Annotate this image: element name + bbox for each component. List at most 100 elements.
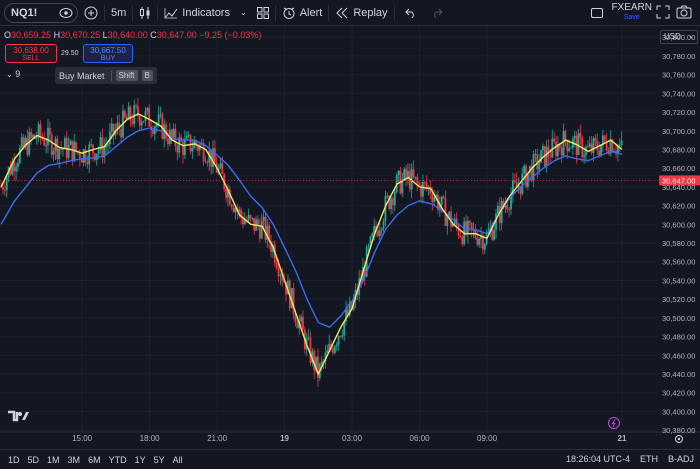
axis-settings-icon bbox=[675, 435, 683, 443]
high-value: 30,670.25 bbox=[60, 30, 101, 40]
time-tick-label: 21 bbox=[618, 434, 627, 443]
candle-body bbox=[232, 207, 235, 213]
spread-value: 29.50 bbox=[61, 50, 79, 57]
timeframe-6m[interactable]: 6M bbox=[88, 455, 101, 465]
candle-body bbox=[382, 221, 385, 229]
sell-price: 30,638.00 bbox=[13, 46, 49, 55]
timeframe-all[interactable]: All bbox=[173, 455, 183, 465]
candle-body bbox=[412, 169, 415, 178]
sell-button[interactable]: 30,638.00 SELL bbox=[5, 44, 57, 63]
candle-body bbox=[13, 161, 16, 172]
candle-body bbox=[80, 159, 83, 163]
price-tick-label: 30,520.00 bbox=[662, 295, 695, 304]
time-tick-label: 09:00 bbox=[477, 434, 498, 443]
session-toggle[interactable]: ETH bbox=[640, 454, 658, 464]
candle-body bbox=[478, 239, 481, 245]
candle-body bbox=[127, 106, 130, 120]
candle-body bbox=[307, 337, 310, 339]
candle-body bbox=[302, 316, 304, 330]
candle-body bbox=[326, 350, 329, 353]
timeframe-1m[interactable]: 1M bbox=[47, 455, 60, 465]
price-tick-label: 30,700.00 bbox=[662, 127, 695, 136]
candle-body bbox=[174, 128, 177, 147]
candle-body bbox=[476, 237, 479, 245]
adjustment-toggle[interactable]: B-ADJ bbox=[668, 454, 694, 464]
candle-body bbox=[62, 148, 64, 150]
candle-body bbox=[202, 143, 205, 162]
shortcut-key-shift: Shift bbox=[115, 70, 138, 81]
candle-body bbox=[142, 120, 145, 123]
indicators-collapse-toggle[interactable]: ⌄ 9 bbox=[6, 69, 20, 79]
candle-body bbox=[204, 161, 207, 163]
candle-body bbox=[110, 123, 113, 132]
candle-body bbox=[603, 135, 606, 141]
candle-body bbox=[189, 134, 192, 152]
current-price-line: 30,647.00 bbox=[0, 175, 700, 186]
price-tick-label: 30,760.00 bbox=[662, 71, 695, 80]
clock-timezone[interactable]: 18:26:04 UTC-4 bbox=[566, 454, 630, 464]
candle-body bbox=[393, 192, 396, 205]
candle-body bbox=[332, 348, 334, 353]
candle-body bbox=[367, 246, 370, 248]
candle-body bbox=[67, 144, 70, 158]
timeframe-1y[interactable]: 1Y bbox=[135, 455, 146, 465]
price-tick-label: 30,560.00 bbox=[662, 258, 695, 267]
timeframe-3m[interactable]: 3M bbox=[68, 455, 81, 465]
candle-body bbox=[403, 168, 406, 179]
candle-body bbox=[461, 236, 464, 245]
candle-body bbox=[206, 162, 209, 164]
candle-body bbox=[467, 220, 469, 235]
candle-body bbox=[279, 275, 282, 276]
chevron-down-icon: ⌄ bbox=[6, 70, 13, 79]
ema-fast-line bbox=[0, 113, 623, 376]
open-key: O bbox=[4, 30, 12, 40]
price-tick-label: 30,660.00 bbox=[662, 164, 695, 173]
candle-body bbox=[506, 205, 509, 210]
candle-body bbox=[523, 165, 526, 174]
price-axis: 30,800.0030,780.0030,760.0030,740.0030,7… bbox=[662, 33, 695, 435]
price-tick-label: 30,600.00 bbox=[662, 220, 695, 229]
candle-body bbox=[335, 344, 338, 347]
ema-slow-line bbox=[0, 127, 623, 329]
candle-body bbox=[170, 129, 173, 138]
candle-body bbox=[566, 141, 569, 152]
candle-body bbox=[63, 138, 66, 149]
candle-body bbox=[176, 146, 179, 153]
timeframe-1d[interactable]: 1D bbox=[8, 455, 20, 465]
candle-body bbox=[264, 216, 267, 240]
candle-body bbox=[123, 110, 126, 118]
currency-select[interactable]: USD ⌄ bbox=[660, 30, 698, 44]
timeframe-ytd[interactable]: YTD bbox=[109, 455, 127, 465]
chevron-down-icon: ⌄ bbox=[688, 33, 694, 40]
candle-body bbox=[371, 233, 374, 237]
candle-body bbox=[45, 145, 48, 147]
candle-body bbox=[586, 146, 589, 148]
candle-body bbox=[86, 162, 89, 165]
timeframe-5y[interactable]: 5Y bbox=[154, 455, 165, 465]
candle-body bbox=[26, 138, 29, 155]
candle-body bbox=[497, 205, 499, 214]
buy-button[interactable]: 30,667.50 BUY bbox=[83, 44, 133, 63]
candle-body bbox=[440, 196, 443, 206]
candle-body bbox=[378, 230, 381, 236]
candle-body bbox=[333, 346, 336, 353]
price-tick-label: 30,440.00 bbox=[662, 370, 695, 379]
candle-body bbox=[140, 122, 143, 126]
candle-body bbox=[493, 229, 496, 240]
candle-body bbox=[551, 138, 554, 158]
candle-body bbox=[521, 173, 524, 194]
candle-body bbox=[433, 197, 436, 202]
timeframe-5d[interactable]: 5D bbox=[28, 455, 40, 465]
candle-body bbox=[508, 209, 511, 211]
candle-body bbox=[3, 189, 6, 191]
candle-body bbox=[442, 196, 445, 199]
time-tick-label: 03:00 bbox=[342, 434, 363, 443]
candle-body bbox=[167, 138, 169, 144]
candle-body bbox=[540, 150, 542, 163]
candle-body bbox=[337, 336, 340, 345]
candle-body bbox=[483, 243, 486, 250]
candle-body bbox=[258, 225, 261, 239]
candle-body bbox=[138, 116, 141, 126]
candle-body bbox=[172, 128, 175, 138]
candle-body bbox=[30, 131, 33, 138]
